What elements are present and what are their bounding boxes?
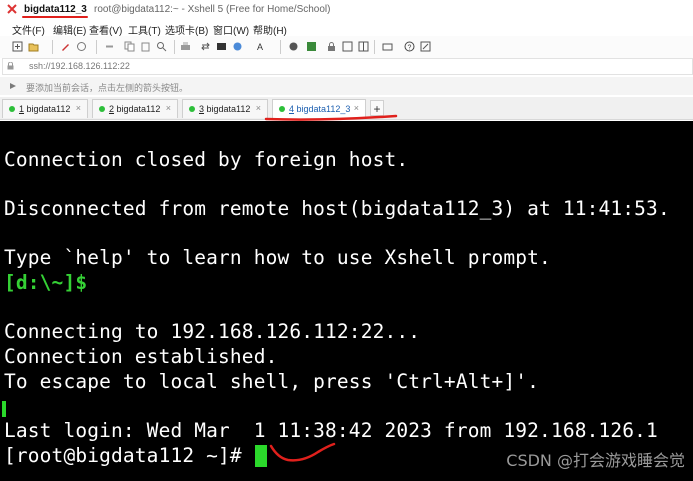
watermark: CSDN @打会游戏睡会觉 [506,451,685,470]
tab-session-3[interactable]: 3 bigdata112 × [182,99,268,118]
address-url: ssh://192.168.126.112:22 [29,61,130,71]
tab-label: bigdata112 [26,104,71,114]
disconnect-icon[interactable] [104,41,115,52]
annotation-underline-title [22,16,88,18]
tab-session-2[interactable]: 2 bigdata112 × [92,99,178,118]
xshell-app-icon [7,4,17,14]
transfer-icon[interactable] [200,41,211,52]
terminal-line: Disconnected from remote host(bigdata112… [4,197,670,220]
compose-icon[interactable] [420,41,431,52]
address-lock-icon [7,62,14,70]
tab-number: 1 [19,104,25,114]
svg-text:?: ? [408,45,412,52]
menu-tabs[interactable]: 选项卡(B) [165,22,208,37]
script-icon[interactable] [288,41,299,52]
local-prompt: [d:\~]$ [4,271,88,294]
address-bar[interactable]: ssh://192.168.126.112:22 [2,58,693,75]
connected-status-icon [99,106,105,112]
open-folder-icon[interactable] [28,41,39,52]
globe-icon[interactable] [232,41,243,52]
lock-icon[interactable] [326,41,337,52]
terminal-line: To escape to local shell, press 'Ctrl+Al… [4,370,540,393]
window-caption: root@bigdata112:~ - Xshell 5 (Free for H… [94,4,331,15]
tab-close-icon[interactable]: × [166,103,171,113]
terminal-line: Type `help' to learn how to use Xshell p… [4,246,551,269]
tab-label: bigdata112 [116,104,161,114]
find-icon[interactable] [156,41,167,52]
menu-view[interactable]: 查看(V) [89,22,122,37]
fullscreen-icon[interactable] [342,41,353,52]
toolbar-separator [52,40,53,54]
xftp-icon[interactable] [306,41,317,52]
tab-label: bigdata112 [206,104,251,114]
terminal-view[interactable]: Connection closed by foreign host. Disco… [0,121,693,481]
properties-icon[interactable] [60,41,71,52]
remote-prompt: [root@bigdata112 ~]# [4,444,242,467]
tab-close-icon[interactable]: × [256,103,261,113]
tab-close-icon[interactable]: × [354,103,359,113]
toolbar: A ? [0,36,693,58]
tab-number: 2 [109,104,115,114]
connected-status-icon [189,106,195,112]
terminal-line: Connection closed by foreign host. [4,148,409,171]
menu-edit[interactable]: 编辑(E) [53,22,86,37]
print-icon[interactable] [180,41,191,52]
tab-number: 3 [199,104,205,114]
connect-icon[interactable] [76,41,87,52]
tab-close-icon[interactable]: × [76,103,81,113]
connected-status-icon [279,106,285,112]
terminal-line: Connecting to 192.168.126.112:22... [4,320,421,343]
menu-file[interactable]: 文件(F) [12,22,45,37]
hint-text: 要添加当前会话，点击左侧的箭头按钮。 [26,83,189,93]
annotation-scribble [269,442,336,462]
terminal-cursor [255,445,267,467]
new-session-icon[interactable] [12,41,23,52]
toolbar-separator [280,40,281,54]
menu-help[interactable]: 帮助(H) [253,22,287,37]
copy-icon[interactable] [124,41,135,52]
font-icon[interactable]: A [256,41,267,52]
menu-tools[interactable]: 工具(T) [128,22,161,37]
toolbar-separator [374,40,375,54]
title-bar: bigdata112_3 root@bigdata112:~ - Xshell … [0,0,693,20]
scroll-position-marker [2,401,6,417]
layout-icon[interactable] [358,41,369,52]
menu-bar: 文件(F) 编辑(E) 查看(V) 工具(T) 选项卡(B) 窗口(W) 帮助(… [0,20,693,37]
toolbar-separator [174,40,175,54]
terminal-icon[interactable] [216,41,227,52]
menu-window[interactable]: 窗口(W) [213,22,249,37]
svg-text:A: A [257,42,263,52]
keyboard-icon[interactable] [382,41,393,52]
terminal-line: Connection established. [4,345,278,368]
session-title: bigdata112_3 [24,4,87,15]
connected-status-icon [9,106,15,112]
help-icon[interactable]: ? [404,41,415,52]
session-hint-bar: 要添加当前会话，点击左侧的箭头按钮。 [0,77,693,95]
add-session-arrow-icon[interactable] [8,81,18,91]
tab-session-1[interactable]: 1 bigdata112 × [2,99,88,118]
toolbar-separator [96,40,97,54]
paste-icon[interactable] [140,41,151,52]
